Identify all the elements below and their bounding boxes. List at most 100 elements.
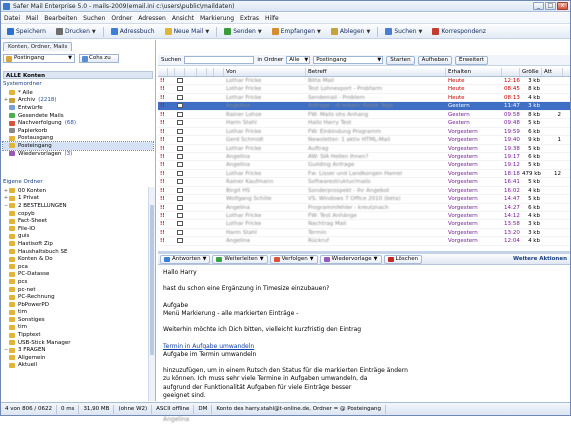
column-header[interactable]: Betreff	[306, 68, 446, 76]
column-header[interactable]	[185, 68, 197, 76]
folder-item[interactable]: guis	[3, 233, 153, 241]
column-header[interactable]	[168, 68, 175, 76]
toolbar-speichern-button[interactable]: Speichern	[3, 26, 50, 37]
folder-item[interactable]: + Archiv (2218)	[3, 97, 153, 105]
folder-scrollbar[interactable]	[148, 187, 155, 401]
toolbar-neue-mail-button[interactable]: Neue Mail ▼	[161, 26, 214, 37]
mail-row[interactable]: !! Lothar Fricke Bitte Mail Heute 12:16 3 kb	[158, 77, 570, 86]
toolbar-korrespondenz-button[interactable]: Korrespondenz	[428, 26, 490, 37]
chevron-down-icon[interactable]: ▼	[205, 29, 209, 35]
folder-item[interactable]: tim	[3, 324, 153, 332]
menu-markierung[interactable]: Markierung	[200, 15, 234, 22]
chevron-down-icon[interactable]: ▼	[419, 29, 423, 35]
folder-item[interactable]: tim	[3, 309, 153, 317]
toolbar-drucken-button[interactable]: Drucken ▼	[52, 26, 100, 37]
folder-item[interactable]: Postausgang	[3, 135, 153, 143]
folder-item[interactable]: +00 Konten	[3, 187, 153, 195]
folder-item[interactable]: PC-Rechnung	[3, 293, 153, 301]
mail-row[interactable]: !! Lothar Fricke Sendemail - Problem Heute 0…	[158, 94, 570, 103]
chevron-down-icon[interactable]: ▼	[260, 256, 264, 263]
toolbar-senden-button[interactable]: Senden ▼	[220, 26, 265, 37]
toolbar-suchen-button[interactable]: Suchen ▼	[381, 26, 426, 37]
antworten-button[interactable]: Antworten ▼	[160, 254, 211, 264]
tab-accounts-folders-mails[interactable]: Konten, Ordner, Mails	[3, 42, 73, 51]
chevron-down-icon[interactable]: ▼	[258, 29, 262, 35]
search-advanced-button[interactable]: Erweitert	[454, 55, 489, 65]
more-actions-menu[interactable]: Weitere Aktionen	[513, 256, 567, 262]
mail-row[interactable]: !! Rainer Lohse FW: Mails ohs Anhang Gester…	[158, 111, 570, 120]
folder-item[interactable]: Konten & Do	[3, 255, 153, 263]
folder-item[interactable]: Nachverfolgung (68)	[3, 119, 153, 127]
mail-row[interactable]: !! Lothar Fricke FW: Test Anhänge Vorgester…	[158, 212, 570, 221]
folder-item[interactable]: Entwürfe	[3, 104, 153, 112]
menu-datei[interactable]: Datei	[4, 15, 20, 22]
goto-button[interactable]: Cohs zu	[79, 54, 119, 63]
column-header[interactable]: Größe	[520, 68, 542, 76]
mail-row[interactable]: !! Rainer Kaufmann Softwarestruktur/mails V…	[158, 178, 570, 187]
folder-item[interactable]: Posteingang	[2, 141, 154, 151]
folder-item[interactable]: PbPowerPD	[3, 301, 153, 309]
mail-row[interactable]: !! Lothar Fricke Nachtrag Mail Vorgestern 13…	[158, 220, 570, 229]
folder-item[interactable]: −3 FRAGEN	[3, 346, 153, 354]
menu-ordner[interactable]: Ordner	[111, 15, 132, 22]
search-reset-button[interactable]: Aufheben	[417, 55, 452, 65]
folder-item[interactable]: Tipptext	[3, 331, 153, 339]
folder-item[interactable]: Allgemein	[3, 354, 153, 362]
chevron-down-icon[interactable]: ▼	[317, 29, 321, 35]
account-combo[interactable]: Postingang ▼	[3, 54, 75, 63]
mail-row[interactable]: !! Angelina Rückruf Vorgestern 12:04 4 kb	[158, 237, 570, 246]
verfolgen-button[interactable]: Verfolgen ▼	[269, 254, 318, 264]
column-header[interactable]: Erhalten	[446, 68, 502, 76]
column-header[interactable]	[197, 68, 207, 76]
weiterleiten-button[interactable]: Weiterleiten ▼	[212, 254, 268, 264]
mail-row[interactable]: !! Angelina AW: SIA Hellen Ihnen? Vorgester…	[158, 153, 570, 162]
mail-row[interactable]: !! Birgit HS Sonderprospekt - Ihr Angebot V…	[158, 187, 570, 196]
folder-item[interactable]: Papierkorb	[3, 127, 153, 135]
mail-row[interactable]: !! Lothar Fricke Fw: Lisser und Landkongen…	[158, 170, 570, 179]
folder-item[interactable]: Fact-Sheet	[3, 217, 153, 225]
search-folder-select[interactable]: Postingang ▼	[313, 56, 384, 64]
menu-adressen[interactable]: Adressen	[138, 15, 166, 22]
chevron-down-icon[interactable]: ▼	[374, 256, 378, 263]
folder-item[interactable]: Aktuell	[3, 362, 153, 370]
scrollbar-thumb[interactable]	[150, 205, 154, 355]
mail-row[interactable]: !! Angelina Programmfehler - kreutznach Vor…	[158, 204, 570, 212]
folder-item[interactable]: pca	[3, 263, 153, 271]
folder-item[interactable]: copyb	[3, 210, 153, 218]
chevron-down-icon[interactable]: ▼	[366, 29, 370, 35]
column-header[interactable]	[175, 68, 185, 76]
column-header[interactable]	[502, 68, 520, 76]
toolbar-ablegen-button[interactable]: Ablegen ▼	[327, 26, 374, 37]
folder-item[interactable]: pc-net	[3, 286, 153, 294]
column-header[interactable]: Att	[542, 68, 563, 76]
all-accounts-header[interactable]: ALLE Konten	[3, 71, 153, 79]
mail-row[interactable]: !! Harm Stahl Termin Vorgestern 13:20 3 kb	[158, 229, 570, 238]
menu-ansicht[interactable]: Ansicht	[172, 15, 194, 22]
folder-item[interactable]: * Alle	[3, 89, 153, 97]
folder-item[interactable]: Hastisoft Zip	[3, 240, 153, 248]
mail-row[interactable]: !! Wolfgang Schille VS: Windows 7 Office 2…	[158, 195, 570, 204]
chevron-down-icon[interactable]: ▼	[92, 29, 96, 35]
mail-row[interactable]: !! Angelina Guilding Anfrage Vorgestern 19:1…	[158, 161, 570, 170]
folder-item[interactable]: +1 Privat	[3, 195, 153, 203]
folder-item[interactable]: Sonstiges	[3, 316, 153, 324]
mail-row[interactable]: !! Angelina Anfrage - di erkann Robot Tepe…	[158, 102, 570, 111]
folder-item[interactable]: PC-Datasse	[3, 271, 153, 279]
menu-mail[interactable]: Mail	[26, 15, 38, 22]
menu-suchen[interactable]: Suchen	[83, 15, 105, 22]
mail-row[interactable]: !! Gerd Schmidt Newsletter: 1 aktiv HTML-M…	[158, 136, 570, 145]
chevron-down-icon[interactable]: ▼	[203, 256, 207, 263]
mail-row[interactable]: !! Lothar Fricke FW: Einbindung Programm Vo…	[158, 128, 570, 137]
folder-item[interactable]: pcs	[3, 278, 153, 286]
column-header[interactable]	[158, 68, 168, 76]
folder-item[interactable]: File-IO	[3, 225, 153, 233]
mail-row[interactable]: !! Lothar Fricke Auftrag Vorgestern 19:38 5 k…	[158, 145, 570, 153]
column-header[interactable]	[214, 68, 224, 76]
maximize-button[interactable]: □	[545, 2, 556, 10]
wiedervorlage-button[interactable]: Wiedervorlage ▼	[319, 254, 382, 264]
chevron-down-icon[interactable]: ▼	[310, 256, 314, 263]
menu-extras[interactable]: Extras	[240, 15, 259, 22]
folder-item[interactable]: −2 BESTELLUNGEN	[3, 202, 153, 210]
folder-item[interactable]: Gesendete Mails	[3, 112, 153, 120]
column-header[interactable]	[207, 68, 214, 76]
